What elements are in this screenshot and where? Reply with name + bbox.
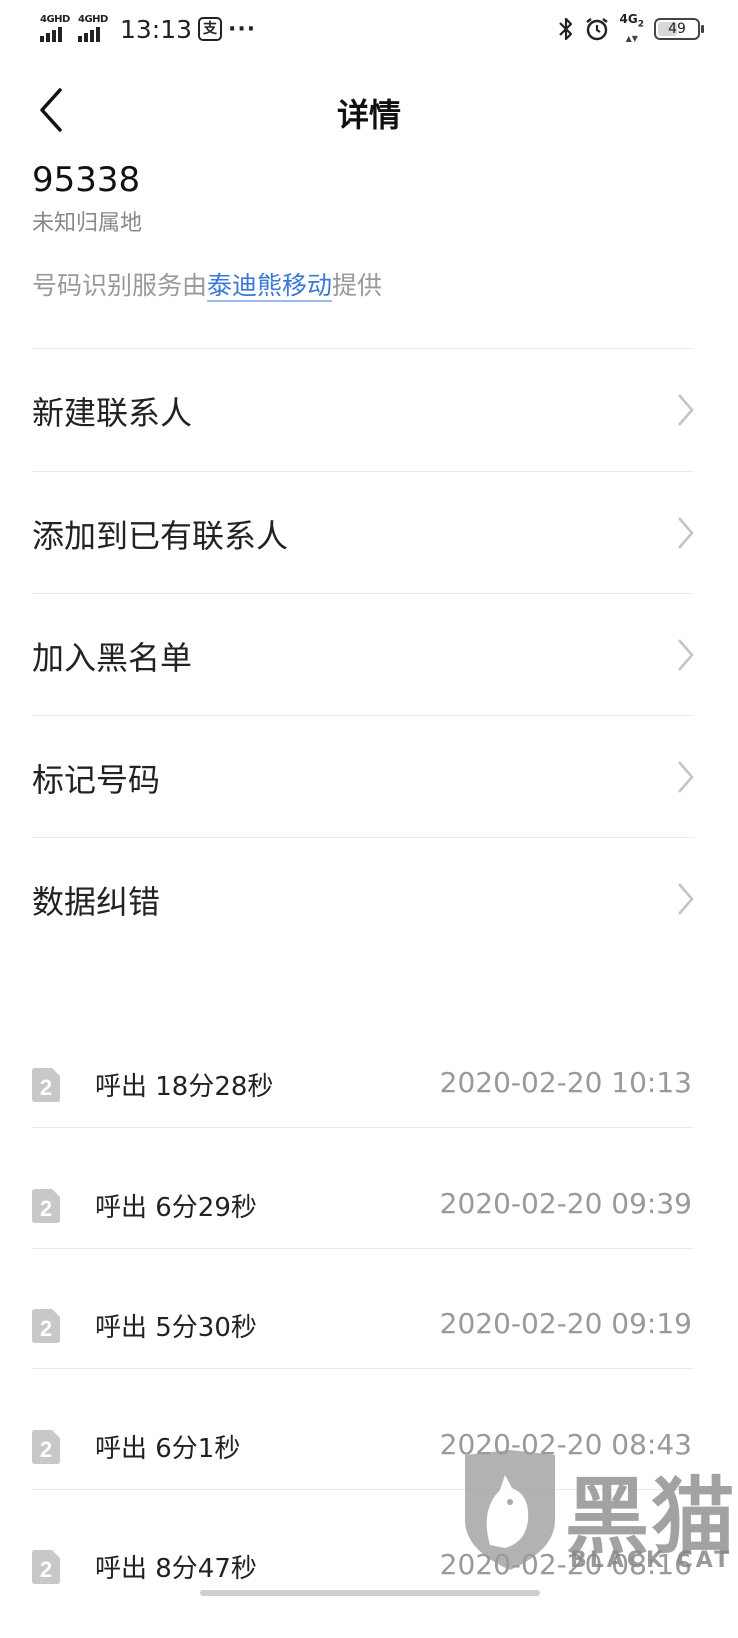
call-description: 呼出 18分28秒	[95, 1072, 274, 1102]
header: 详情	[0, 70, 738, 150]
chevron-right-icon	[678, 883, 694, 915]
call-description: 呼出 5分30秒	[95, 1313, 257, 1343]
sim-card-icon: 2	[32, 1430, 60, 1464]
menu-item-label: 新建联系人	[32, 394, 193, 432]
menu-item-label: 标记号码	[32, 761, 161, 799]
alarm-icon	[585, 18, 608, 41]
chevron-right-icon	[678, 639, 694, 671]
more-notifications-icon: ···	[228, 16, 257, 42]
battery-icon: 49	[654, 18, 704, 40]
sim-card-icon: 2	[32, 1550, 60, 1584]
page-title: 详情	[336, 96, 401, 134]
sim-number: 2	[40, 1437, 52, 1462]
mark-number-item[interactable]: 标记号码	[0, 715, 738, 839]
bluetooth-icon	[558, 17, 572, 41]
menu-item-label: 数据纠错	[32, 883, 161, 921]
call-timestamp: 2020-02-20 09:19	[439, 1307, 692, 1340]
sim-card-icon: 2	[32, 1189, 60, 1223]
watermark-subtext: BLACK CAT	[570, 1548, 733, 1573]
status-time: 13:13	[120, 14, 193, 44]
menu-item-label: 添加到已有联系人	[32, 517, 289, 555]
mobile-data-icon: 4G2 ▲▼	[619, 12, 644, 43]
menu-item-label: 加入黑名单	[32, 639, 193, 677]
divider	[32, 1248, 694, 1249]
provider-link[interactable]: 泰迪熊移动	[207, 271, 332, 300]
alipay-notification-icon: 支	[198, 17, 223, 41]
divider	[32, 1368, 694, 1369]
call-timestamp: 2020-02-20 09:39	[439, 1187, 692, 1220]
number-location: 未知归属地	[32, 211, 143, 236]
network-type: 4G	[619, 12, 638, 27]
call-description: 呼出 8分47秒	[95, 1554, 257, 1584]
add-to-blacklist-item[interactable]: 加入黑名单	[0, 593, 738, 717]
sim1-network-label: 4GHD	[40, 14, 70, 25]
call-log-row[interactable]: 2 呼出 6分29秒 2020-02-20 09:39	[0, 1155, 738, 1277]
sim2-network-label: 4GHD	[78, 14, 108, 25]
sim-number: 2	[40, 1075, 52, 1100]
new-contact-item[interactable]: 新建联系人	[0, 348, 738, 472]
provider-suffix: 提供	[332, 271, 383, 300]
network-sim: 2	[637, 19, 644, 30]
chevron-right-icon	[678, 394, 694, 426]
status-bar-right: 4G2 ▲▼ 49	[558, 12, 704, 46]
sim-number: 2	[40, 1557, 52, 1582]
provider-note: 号码识别服务由泰迪熊移动提供	[32, 266, 382, 302]
sim-number: 2	[40, 1196, 52, 1221]
sim-card-icon: 2	[32, 1068, 60, 1102]
battery-level: 49	[668, 21, 686, 37]
black-cat-logo-icon	[465, 1450, 555, 1570]
call-log-row[interactable]: 2 呼出 18分28秒 2020-02-20 10:13	[0, 1034, 738, 1156]
add-to-existing-contact-item[interactable]: 添加到已有联系人	[0, 471, 738, 595]
sim2-signal-icon: 4GHD	[78, 14, 110, 44]
data-correction-item[interactable]: 数据纠错	[0, 837, 738, 961]
sim-card-icon: 2	[32, 1309, 60, 1343]
status-bar: 4GHD 4GHD 13:13 支 ··· 4G2 ▲▼ 49	[0, 0, 738, 58]
call-timestamp: 2020-02-20 10:13	[439, 1066, 692, 1099]
home-indicator[interactable]	[200, 1590, 540, 1596]
call-log-row[interactable]: 2 呼出 5分30秒 2020-02-20 09:19	[0, 1275, 738, 1397]
chevron-right-icon	[678, 761, 694, 793]
status-bar-left: 4GHD 4GHD 13:13 支 ···	[40, 12, 256, 46]
sim1-signal-icon: 4GHD	[40, 14, 72, 44]
phone-number: 95338	[32, 160, 141, 200]
call-description: 呼出 6分29秒	[95, 1193, 257, 1223]
chevron-right-icon	[678, 517, 694, 549]
sim-number: 2	[40, 1316, 52, 1341]
call-description: 呼出 6分1秒	[95, 1434, 241, 1464]
provider-prefix: 号码识别服务由	[32, 271, 208, 300]
divider	[32, 1127, 694, 1128]
